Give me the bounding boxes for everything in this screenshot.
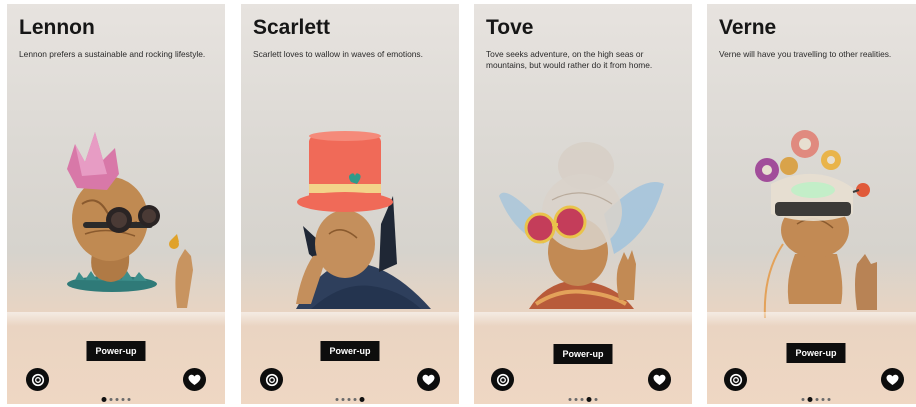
power-up-button[interactable]: Power-up [320,341,380,361]
favorite-button[interactable] [881,368,904,391]
page-dot[interactable] [807,397,813,402]
character-figure-scarlett [296,131,431,309]
settings-ring-icon [729,373,742,386]
page-dot[interactable] [568,398,572,401]
page-dot[interactable] [115,398,119,401]
character-figure-verne [755,130,877,319]
page-dot[interactable] [580,398,584,401]
settings-ring-icon [31,373,44,386]
settings-ring-icon [265,373,278,386]
character-screen-verne: Verne Verne will have you travelling to … [707,4,916,404]
page-dot[interactable] [101,397,107,402]
page-dot[interactable] [335,398,339,401]
settings-button[interactable] [260,368,283,391]
character-figure-tove [499,142,664,309]
page-dot[interactable] [586,397,592,402]
page-dot[interactable] [127,398,131,401]
power-up-button[interactable]: Power-up [786,343,846,363]
page-dot[interactable] [574,398,578,401]
heart-icon [422,374,435,385]
page-dot[interactable] [359,397,365,402]
page-dot[interactable] [353,398,357,401]
character-description: Tove seeks adventure, on the high seas o… [486,49,653,70]
page-dot[interactable] [827,398,831,401]
settings-button[interactable] [724,368,747,391]
heart-icon [653,374,666,385]
character-name: Lennon [19,16,95,39]
favorite-button[interactable] [417,368,440,391]
power-up-button[interactable]: Power-up [553,344,613,364]
power-up-button[interactable]: Power-up [86,341,146,361]
page-indicator [335,397,365,402]
page-dot[interactable] [347,398,351,401]
favorite-button[interactable] [183,368,206,391]
page-dot[interactable] [801,398,805,401]
heart-icon [188,374,201,385]
character-screen-lennon: Lennon Lennon prefers a sustainable and … [7,4,225,404]
character-figure-lennon [67,132,193,308]
page-dot[interactable] [821,398,825,401]
character-name: Tove [486,16,534,39]
character-screen-tove: Tove Tove seeks adventure, on the high s… [474,4,692,404]
page-dot[interactable] [121,398,125,401]
page-dot[interactable] [815,398,819,401]
character-description: Verne will have you travelling to other … [719,49,892,59]
heart-icon [886,374,899,385]
settings-button[interactable] [491,368,514,391]
settings-button[interactable] [26,368,49,391]
favorite-button[interactable] [648,368,671,391]
page-dot[interactable] [109,398,113,401]
page-indicator [801,397,831,402]
character-description: Lennon prefers a sustainable and rocking… [19,49,206,59]
character-screen-scarlett: Scarlett Scarlett loves to wallow in wav… [241,4,459,404]
settings-ring-icon [496,373,509,386]
page-dot[interactable] [594,398,598,401]
page-indicator [568,397,598,402]
page-indicator [101,397,131,402]
character-description: Scarlett loves to wallow in waves of emo… [253,49,423,59]
character-name: Verne [719,16,777,39]
page-dot[interactable] [341,398,345,401]
character-name: Scarlett [253,16,331,39]
